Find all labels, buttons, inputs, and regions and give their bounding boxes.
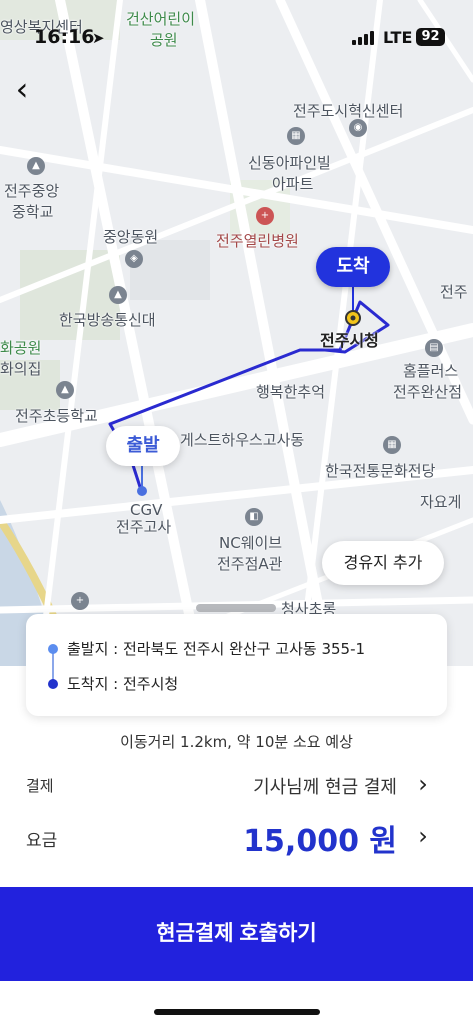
fare-label: 요금 [26,831,58,851]
map-label: 한국전통문화전당 [325,462,436,480]
park-icon: ◈ [125,250,143,268]
school-icon: ▲ [27,157,45,175]
network-type: LTE [383,28,413,47]
map-label: 전주완산점 [393,383,463,401]
chevron-left-icon: ‹ [15,70,29,108]
chevron-right-icon: › [418,770,428,798]
payment-method: 기사님께 현금 결제 [253,777,397,798]
destination-address[interactable]: 도착지 : 전주시청 [67,674,178,694]
map-label: 화공원 [0,339,42,357]
map-label: 중앙동원 [103,228,159,246]
payment-row[interactable]: 결제 기사님께 현금 결제 › [0,764,473,808]
battery-icon: 92 [416,28,445,46]
route-card: 출발지 : 전라북도 전주시 완산구 고사동 355-1 도착지 : 전주시청 [26,614,447,716]
map-label: 전주고사 [116,518,172,536]
back-button[interactable]: ‹ [6,72,38,108]
status-time: 16:16 [34,26,95,48]
map-view[interactable]: 건산어린이 공원 영상복지센터 전주도시혁신센터 신동아파인빌 아파트 전주중앙… [0,0,473,666]
status-bar: 16:16 ➤ LTE 92 [0,0,473,56]
map-label: 행복한추억 [256,383,326,401]
location-arrow-icon: ➤ [92,29,105,47]
building-icon: ▦ [287,127,305,145]
fare-amount: 15,000 원 [243,824,397,859]
school-icon: ▲ [56,381,74,399]
origin-dot-icon [48,644,58,654]
map-label: 전주열린병원 [216,232,299,250]
hospital-icon: + [256,207,274,225]
map-label: 전주도시혁신센터 [293,102,404,120]
sheet-drag-handle[interactable] [196,604,276,612]
map-label: 중학교 [12,203,54,221]
route-connector [52,649,54,683]
map-label: 한국방송통신대 [59,311,156,329]
map-label: 전주중앙 [4,182,60,200]
map-label: 자요게 [420,493,462,511]
school-icon: ▲ [109,286,127,304]
home-indicator [154,1009,320,1015]
signal-icon [352,31,378,45]
payment-label: 결제 [26,777,54,795]
map-label: 신동아파인빌 [248,154,331,172]
map-label: 전주 [440,283,468,301]
map-label-city-hall: 전주시청 [320,331,379,350]
map-label: 전주초등학교 [15,407,98,425]
museum-icon: ▦ [383,436,401,454]
destination-dot-icon [48,679,58,689]
chevron-right-icon: › [418,822,428,850]
destination-pin[interactable]: 도착 [316,247,390,287]
map-label: 게스트하우스고사동 [180,431,305,449]
origin-pin[interactable]: 출발 [106,426,180,466]
map-label: 전주점A관 [217,555,283,573]
origin-address[interactable]: 출발지 : 전라북도 전주시 완산구 고사동 355-1 [67,639,365,659]
hospital-icon: + [71,592,89,610]
map-label: 홈플러스 [403,362,459,380]
shopping-cart-icon: ▤ [425,339,443,357]
fare-row[interactable]: 요금 15,000 원 › [0,814,473,859]
add-waypoint-button[interactable]: 경유지 추가 [322,541,444,585]
map-label: NC웨이브 [219,534,283,552]
call-taxi-button[interactable]: 현금결제 호출하기 [0,887,473,981]
map-label: 화의집 [0,360,42,378]
map-label: 아파트 [272,175,314,193]
landmark-icon: ◉ [349,119,367,137]
shopping-bag-icon: ◧ [245,508,263,526]
trip-estimate: 이동거리 1.2km, 약 10분 소요 예상 [120,733,353,751]
